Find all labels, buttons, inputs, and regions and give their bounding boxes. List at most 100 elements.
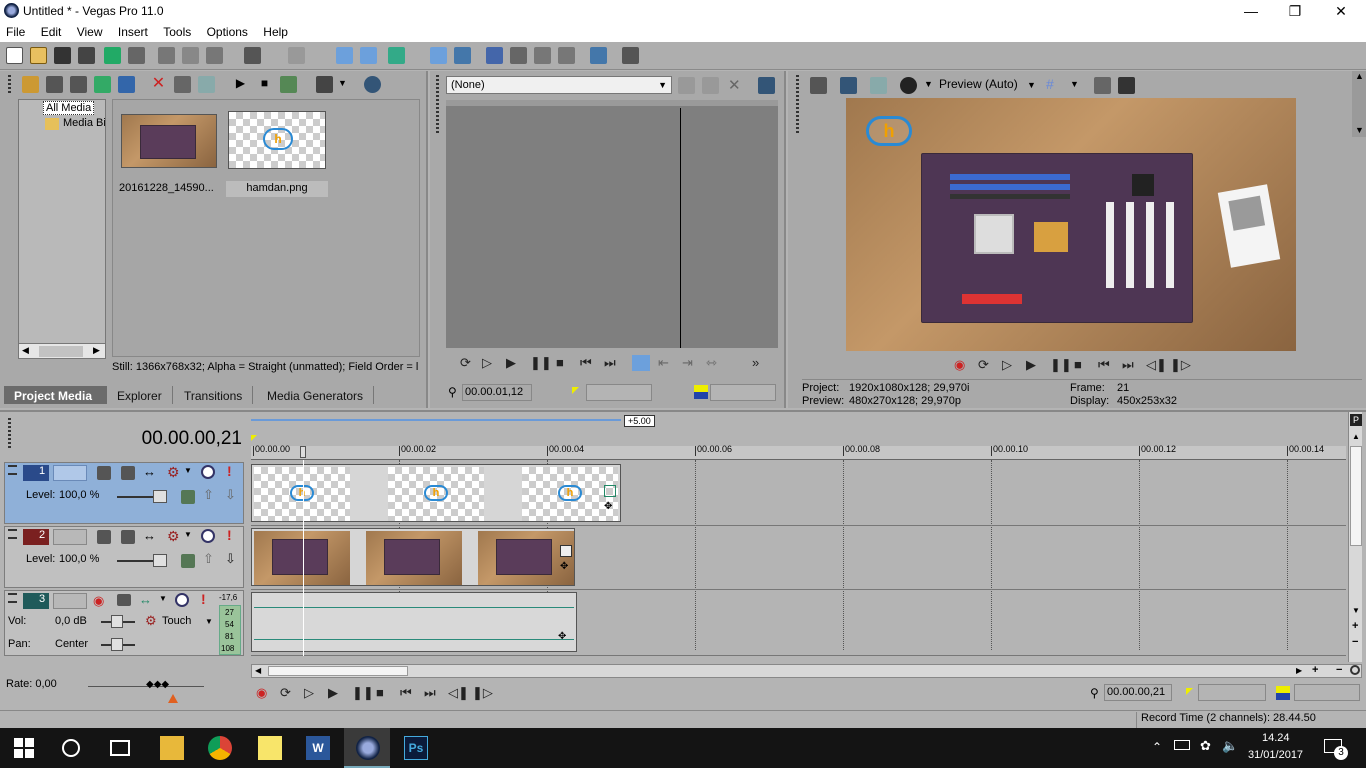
slider-thumb[interactable] — [153, 490, 167, 503]
tab-project-media[interactable]: Project Media — [4, 386, 107, 404]
loop-region-bar[interactable] — [251, 419, 621, 421]
fit-icon[interactable]: ⇿ — [706, 355, 717, 371]
more-icon[interactable]: » — [752, 355, 759, 370]
selection-start-field[interactable] — [1198, 684, 1266, 701]
slider-thumb[interactable] — [111, 638, 123, 651]
copy-snapshot-icon[interactable] — [1094, 77, 1111, 94]
mute-icon[interactable] — [201, 465, 215, 479]
scroll-thumb[interactable] — [1350, 446, 1362, 546]
scroll-up-icon[interactable]: ▲ — [1352, 432, 1360, 441]
arm-record-icon[interactable]: ◉ — [93, 593, 104, 609]
plugin-manager-icon[interactable] — [590, 47, 607, 64]
selection-tool-icon[interactable] — [388, 47, 405, 64]
solo-icon[interactable]: ! — [201, 591, 206, 607]
next-frame-icon[interactable]: ❚▷ — [1170, 357, 1191, 373]
search-media-icon[interactable] — [118, 76, 135, 93]
tree-item-all-media[interactable]: All Media — [43, 101, 95, 115]
trimmer-edit-icon[interactable] — [702, 77, 719, 94]
zoom-tool-icon[interactable] — [558, 47, 575, 64]
track-motion-icon[interactable]: ↔ — [139, 592, 152, 607]
import-media-icon[interactable] — [22, 76, 39, 93]
event-clip-motherboard[interactable]: ✥ — [251, 528, 575, 586]
stop-icon[interactable]: ■ — [556, 355, 564, 370]
chevron-down-icon[interactable]: ▼ — [184, 530, 192, 539]
paste-icon[interactable] — [206, 47, 223, 64]
normal-edit-tool-icon[interactable] — [336, 47, 353, 64]
stop-icon[interactable]: ■ — [376, 685, 384, 700]
show-hidden-icons-icon[interactable]: ⌃ — [1152, 740, 1162, 754]
render-icon[interactable] — [104, 47, 121, 64]
slider-thumb[interactable] — [153, 554, 167, 567]
whats-this-help-icon[interactable] — [622, 47, 639, 64]
slider-thumb[interactable] — [111, 615, 123, 628]
event-clip-hamdan[interactable]: h h h ✥ — [251, 464, 621, 522]
tab-explorer[interactable]: Explorer — [107, 386, 173, 404]
chevron-down-icon[interactable]: ▼ — [924, 79, 933, 89]
playhead-handle-icon[interactable] — [300, 446, 306, 458]
redo-icon[interactable] — [288, 47, 305, 64]
event-clip-audio[interactable]: ✥ — [251, 592, 577, 652]
trimmer-timecode[interactable]: 00.00.01,12 — [462, 384, 532, 401]
file-explorer-icon[interactable] — [160, 736, 184, 760]
track-lane-1[interactable]: h h h ✥ — [251, 462, 1346, 526]
cut-icon[interactable] — [158, 47, 175, 64]
clock-time[interactable]: 14.24 — [1262, 732, 1290, 744]
zoom-out-icon[interactable]: − — [1352, 636, 1358, 648]
add-to-timeline-icon[interactable] — [632, 355, 650, 371]
track-lane-2[interactable]: ✥ — [251, 526, 1346, 590]
marker-bar[interactable]: +5.00 — [251, 415, 1346, 441]
track-name-field[interactable] — [53, 593, 87, 609]
cursor-timecode[interactable]: 00.00.00,21 — [1104, 684, 1172, 701]
trimmer-close-icon[interactable]: ✕ — [728, 76, 741, 94]
parent-compositing-icon[interactable] — [121, 466, 135, 480]
zoom-search-icon[interactable] — [364, 76, 381, 93]
menu-insert[interactable]: Insert — [112, 22, 154, 39]
loop-icon[interactable]: ⟳ — [460, 355, 471, 371]
next-frame-icon[interactable]: ❚▷ — [472, 685, 493, 701]
track-motion-icon[interactable]: ↔ — [143, 464, 156, 479]
go-to-end-icon[interactable]: ⏭ — [604, 355, 616, 371]
open-icon[interactable] — [30, 47, 47, 64]
arrow-down-icon[interactable]: ⇩ — [225, 551, 236, 567]
mute-icon[interactable] — [175, 593, 189, 607]
play-preview-icon[interactable]: ▶ — [232, 76, 249, 93]
undo-icon[interactable] — [244, 47, 261, 64]
track-collapse-icon[interactable] — [8, 593, 17, 603]
previous-frame-icon[interactable]: ◁❚ — [448, 685, 469, 701]
track-name-field[interactable] — [53, 465, 87, 481]
zoom-out-icon[interactable]: − — [1336, 664, 1342, 676]
external-monitor-icon[interactable] — [840, 77, 857, 94]
track-fx-icon[interactable]: ⚙ — [167, 528, 180, 545]
chrome-icon[interactable] — [208, 736, 232, 760]
tab-media-generators[interactable]: Media Generators — [257, 386, 375, 404]
volume-icon[interactable]: 🔈 — [1222, 738, 1238, 754]
compositing-mode-icon[interactable] — [97, 466, 111, 480]
time-ruler[interactable]: 00.00.00 00.00.02 00.00.04 00.00.06 00.0… — [251, 444, 1346, 460]
play-from-start-icon[interactable]: ▷ — [482, 355, 492, 371]
snapping-icon[interactable] — [486, 47, 503, 64]
go-to-end-icon[interactable]: ⏭ — [424, 685, 436, 701]
mute-icon[interactable] — [201, 529, 215, 543]
solo-icon[interactable]: ! — [227, 527, 232, 543]
track-event-icon[interactable] — [181, 490, 195, 504]
panel-grip[interactable] — [436, 75, 439, 135]
automation-mode[interactable]: Touch — [162, 615, 191, 627]
tree-horizontal-scrollbar[interactable]: ◀ ▶ — [18, 343, 106, 359]
restore-button[interactable]: ❐ — [1272, 0, 1318, 22]
media-properties-icon[interactable] — [174, 76, 191, 93]
remove-media-icon[interactable]: ✕ — [150, 76, 167, 93]
preview-scrollbar[interactable]: ▲ ▼ — [1352, 71, 1366, 137]
vegas-taskbar-icon[interactable] — [356, 736, 380, 760]
split-screen-icon[interactable] — [870, 77, 887, 94]
play-icon[interactable]: ▶ — [328, 685, 338, 701]
add-after-icon[interactable]: ⇥ — [682, 355, 693, 371]
pan-slider[interactable] — [101, 638, 135, 651]
trimmer-in-field[interactable] — [586, 384, 652, 401]
scroll-right-icon[interactable]: ▶ — [1296, 666, 1302, 675]
panel-grip[interactable] — [796, 75, 799, 135]
go-to-start-icon[interactable]: ⏮ — [400, 685, 412, 701]
menu-tools[interactable]: Tools — [157, 22, 197, 39]
level-slider[interactable] — [117, 554, 167, 567]
save-snapshot-icon[interactable] — [1118, 77, 1135, 94]
pause-icon[interactable]: ❚❚ — [530, 355, 552, 371]
